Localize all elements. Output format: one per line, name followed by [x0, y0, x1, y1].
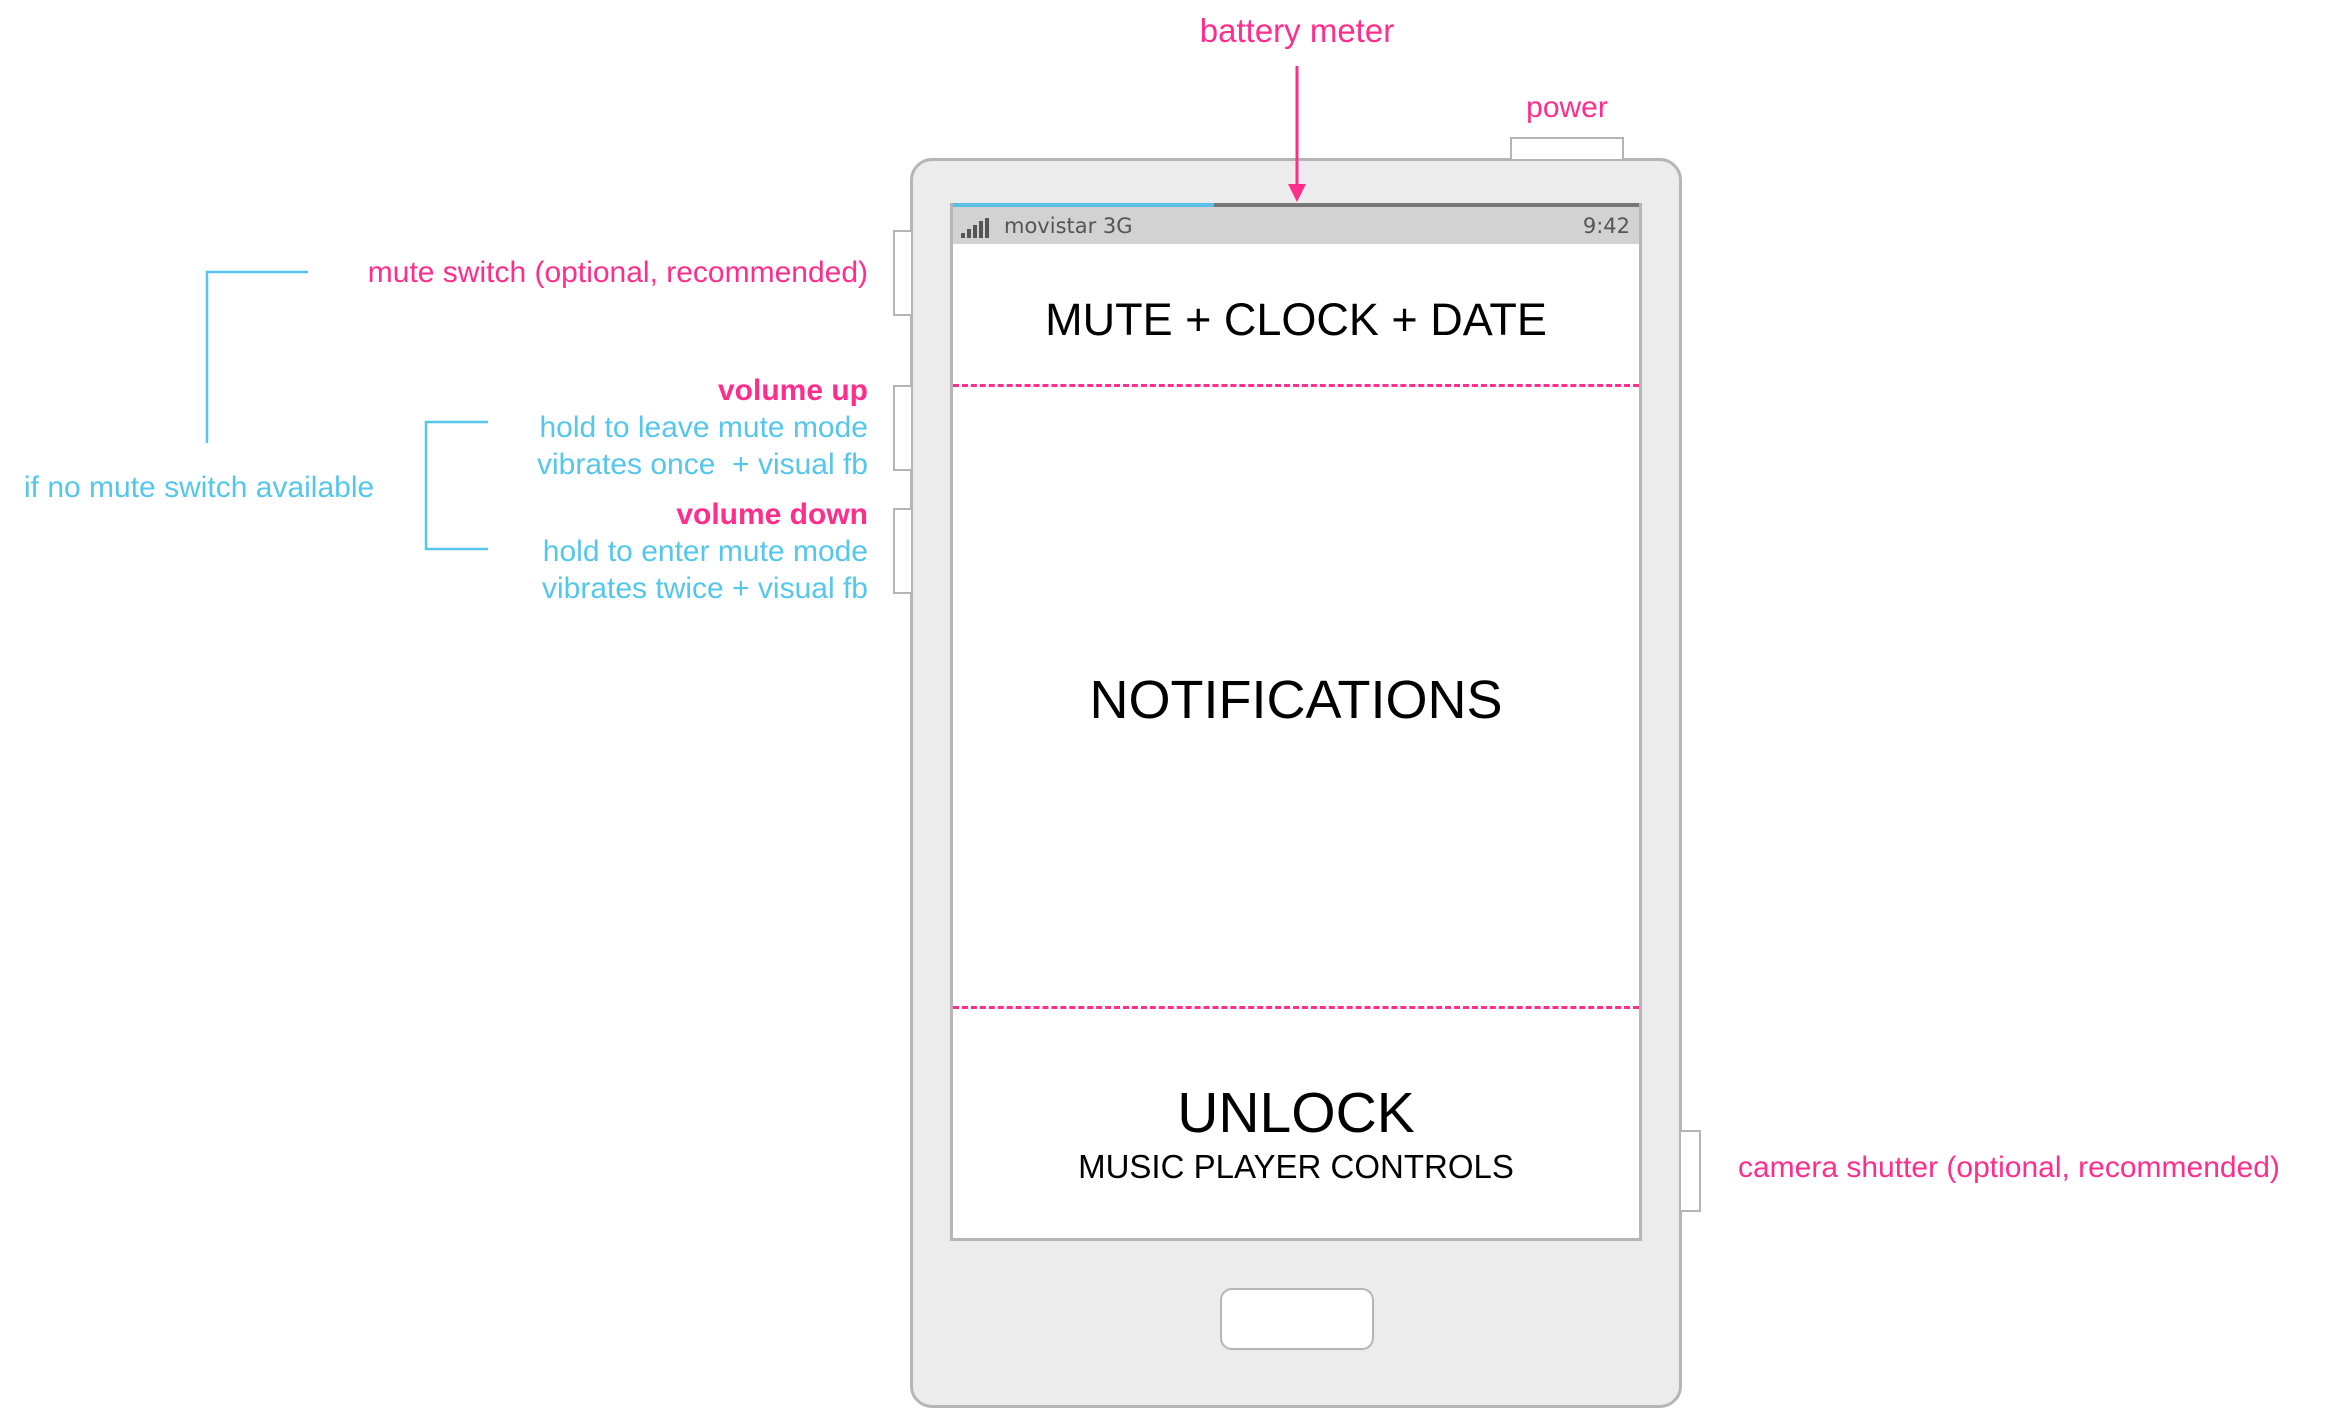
no-mute-switch-annotation: if no mute switch available: [24, 471, 375, 504]
volume-down-vibrate-text: vibrates twice + visual fb: [542, 572, 868, 605]
mute-switch[interactable]: [893, 230, 913, 316]
top-section-divider: [953, 384, 1639, 387]
home-button[interactable]: [1220, 1288, 1374, 1350]
volume-down-hold-text: hold to enter mute mode: [542, 535, 868, 568]
clock-label: 9:42: [1582, 214, 1630, 238]
notifications-section: NOTIFICATIONS: [1089, 670, 1503, 730]
power-annotation: power: [1526, 91, 1608, 124]
carrier-label: movistar 3G: [1004, 214, 1133, 238]
mute-switch-connector: [205, 270, 308, 443]
volume-up-vibrate-text: vibrates once + visual fb: [536, 448, 868, 481]
volume-up-hold-text: hold to leave mute mode: [539, 411, 868, 444]
power-button[interactable]: [1510, 137, 1624, 161]
volume-up-annotation: volume up: [717, 374, 868, 407]
mute-switch-annotation: mute switch (optional, recommended): [367, 256, 868, 289]
mute-clock-date-section: MUTE + CLOCK + DATE: [1045, 294, 1547, 345]
volume-up-button[interactable]: [893, 385, 913, 471]
music-player-controls-label: MUSIC PLAYER CONTROLS: [1078, 1148, 1514, 1185]
volume-down-button[interactable]: [893, 508, 913, 594]
camera-shutter-annotation: camera shutter (optional, recommended): [1738, 1151, 2280, 1184]
volume-down-annotation: volume down: [676, 498, 868, 531]
bottom-section-divider: [953, 1006, 1639, 1009]
battery-meter-annotation: battery meter: [1199, 12, 1395, 49]
unlock-section-title[interactable]: UNLOCK: [953, 1085, 1639, 1142]
camera-shutter-button[interactable]: [1679, 1130, 1701, 1212]
battery-meter-fill: [953, 203, 1214, 207]
